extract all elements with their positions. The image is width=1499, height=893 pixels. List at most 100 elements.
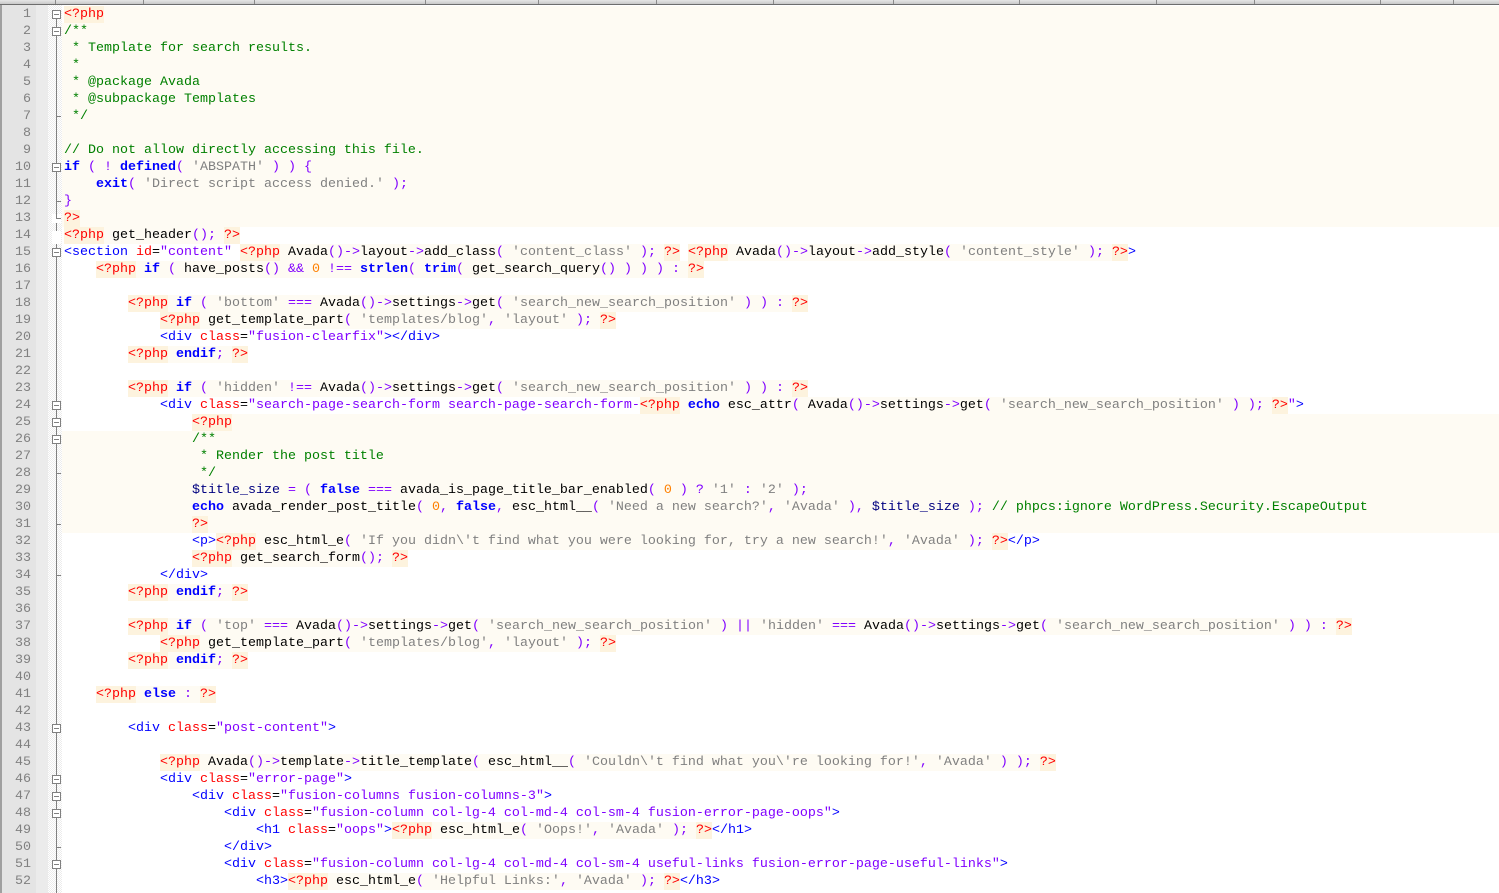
code-text[interactable]: <?php Avada() -> template -> title_template(…	[64, 754, 1499, 771]
code-line[interactable]: 50 </div >	[0, 839, 1499, 856]
fold-toggle-icon[interactable]	[52, 163, 61, 172]
fold-toggle-icon[interactable]	[52, 860, 61, 869]
code-text[interactable]	[64, 737, 1499, 754]
code-line[interactable]: 6 * @subpackage Templates	[0, 91, 1499, 108]
code-line[interactable]: 49 <h1 class = " oops " > <?php esc_html_e( 'O…	[0, 822, 1499, 839]
code-text[interactable]: <h1 class = " oops " > <?php esc_html_e( 'Oops…	[64, 822, 1499, 839]
code-text[interactable]: <?php get_search_form(); ?>	[64, 550, 1499, 567]
code-text[interactable]: <?php else : ?>	[64, 686, 1499, 703]
code-text[interactable]: * Template for search results.	[62, 40, 1499, 57]
code-line[interactable]: 52 <h3 > <?php esc_html_e( 'Helpful Links:…	[0, 873, 1499, 890]
fold-toggle-icon[interactable]	[52, 27, 61, 36]
code-text[interactable]	[64, 601, 1499, 618]
fold-toggle-icon[interactable]	[52, 248, 61, 257]
code-text[interactable]: <?php endif; ?>	[64, 346, 1499, 363]
code-line[interactable]: 16 <?php if ( have_posts() && 0 !== strl…	[0, 261, 1499, 278]
code-line[interactable]: 39 <?php endif; ?>	[0, 652, 1499, 669]
code-text[interactable]	[64, 669, 1499, 686]
code-line[interactable]: 8	[0, 125, 1499, 142]
code-text[interactable]: }	[62, 193, 1499, 210]
code-text[interactable]: <?php get_header(); ?>	[64, 227, 1499, 244]
code-text[interactable]: <?php if ( have_posts() && 0 !== strlen(…	[64, 261, 1499, 278]
code-line[interactable]: 40	[0, 669, 1499, 686]
code-text[interactable]: <?php get_template_part( 'templates/blog…	[64, 312, 1499, 329]
code-text[interactable]: * @subpackage Templates	[62, 91, 1499, 108]
code-text[interactable]: *	[62, 57, 1499, 74]
code-text[interactable]: <?php get_template_part( 'templates/blog…	[64, 635, 1499, 652]
code-line[interactable]: 19 <?php get_template_part( 'templates/b…	[0, 312, 1499, 329]
code-line[interactable]: 29 $title_size = ( false === avada_is_pa…	[0, 482, 1499, 499]
code-text[interactable]: /**	[62, 431, 1499, 448]
code-line[interactable]: 21 <?php endif; ?>	[0, 346, 1499, 363]
code-text[interactable]	[62, 125, 1499, 142]
fold-toggle-icon[interactable]	[52, 724, 61, 733]
code-text[interactable]: * @package Avada	[62, 74, 1499, 91]
code-line[interactable]: 51 <div class = " fusion-column col-lg-4 co…	[0, 856, 1499, 873]
fold-toggle-icon[interactable]	[52, 10, 61, 19]
code-line[interactable]: 24 <div class = " search-page-search-form s…	[0, 397, 1499, 414]
code-text[interactable]: <div class = " fusion-clearfix " > </div >	[64, 329, 1499, 346]
code-text[interactable]: </div >	[64, 839, 1499, 856]
code-line[interactable]: 20 <div class = " fusion-clearfix " > </div >	[0, 329, 1499, 346]
code-line[interactable]: 9 // Do not allow directly accessing this…	[0, 142, 1499, 159]
fold-toggle-icon[interactable]	[52, 809, 61, 818]
code-text[interactable]: <div class = " fusion-columns fusion-column…	[64, 788, 1499, 805]
code-editor[interactable]: 1 <?php 2/** 3 * Template for search result…	[0, 5, 1499, 893]
code-text[interactable]: <?php endif; ?>	[64, 584, 1499, 601]
code-text[interactable]: <?php endif; ?>	[64, 652, 1499, 669]
code-line[interactable]: 22	[0, 363, 1499, 380]
code-line[interactable]: 45 <?php Avada() -> template -> title_templa…	[0, 754, 1499, 771]
code-line[interactable]: 14 <?php get_header(); ?>	[0, 227, 1499, 244]
code-line[interactable]: 30 echo avada_render_post_title( 0, fals…	[0, 499, 1499, 516]
code-line[interactable]: 5 * @package Avada	[0, 74, 1499, 91]
code-line[interactable]: 48 <div class = " fusion-column col-lg-4 co…	[0, 805, 1499, 822]
code-text[interactable]: ?>	[62, 516, 1499, 533]
code-line[interactable]: 4 *	[0, 57, 1499, 74]
code-line[interactable]: 26 /**	[0, 431, 1499, 448]
code-text[interactable]: <div class = " fusion-column col-lg-4 col-m…	[64, 805, 1499, 822]
code-line[interactable]: 10 if ( ! defined( 'ABSPATH' ) ) {	[0, 159, 1499, 176]
code-text[interactable]: <?php	[64, 6, 1499, 23]
fold-toggle-icon[interactable]	[52, 435, 61, 444]
code-text[interactable]: <div class = " search-page-search-form sear…	[64, 397, 1499, 414]
fold-toggle-icon[interactable]	[52, 401, 61, 410]
code-text[interactable]: */	[62, 108, 1499, 125]
code-line[interactable]: 37 <?php if ( 'top' === Avada() -> setting…	[0, 618, 1499, 635]
code-line[interactable]: 42	[0, 703, 1499, 720]
code-line[interactable]: 18 <?php if ( 'bottom' === Avada() -> sett…	[0, 295, 1499, 312]
code-text[interactable]: <?php if ( 'top' === Avada() -> settings ->…	[64, 618, 1499, 635]
code-text[interactable]: */	[62, 465, 1499, 482]
code-line[interactable]: 33 <?php get_search_form(); ?>	[0, 550, 1499, 567]
code-line[interactable]: 46 <div class = " error-page " >	[0, 771, 1499, 788]
code-line[interactable]: 28 */	[0, 465, 1499, 482]
code-text[interactable]: <div class = " error-page " >	[64, 771, 1499, 788]
code-line[interactable]: 31 ?>	[0, 516, 1499, 533]
code-text[interactable]: echo avada_render_post_title( 0, false, …	[62, 499, 1499, 516]
code-text[interactable]: $title_size = ( false === avada_is_page_…	[62, 482, 1499, 499]
fold-toggle-icon[interactable]	[52, 792, 61, 801]
code-line[interactable]: 35 <?php endif; ?>	[0, 584, 1499, 601]
code-text[interactable]: <?php if ( 'bottom' === Avada() -> setting…	[64, 295, 1499, 312]
code-text[interactable]: <div class = " fusion-column col-lg-4 col-m…	[64, 856, 1499, 873]
code-line[interactable]: 43 <div class = " post-content " >	[0, 720, 1499, 737]
code-text[interactable]: <?php	[64, 414, 1499, 431]
code-text[interactable]	[64, 363, 1499, 380]
code-line[interactable]: 11 exit( 'Direct script access denied.' …	[0, 176, 1499, 193]
code-line[interactable]: 47 <div class = " fusion-columns fusion-col…	[0, 788, 1499, 805]
code-lines[interactable]: 1 <?php 2/** 3 * Template for search result…	[0, 6, 1499, 890]
code-text[interactable]: exit( 'Direct script access denied.' );	[62, 176, 1499, 193]
code-text[interactable]: // Do not allow directly accessing this …	[62, 142, 1499, 159]
code-text[interactable]: <?php if ( 'hidden' !== Avada() -> setting…	[64, 380, 1499, 397]
code-text[interactable]	[64, 278, 1499, 295]
fold-toggle-icon[interactable]	[52, 418, 61, 427]
code-line[interactable]: 2 /**	[0, 23, 1499, 40]
code-text[interactable]: if ( ! defined( 'ABSPATH' ) ) {	[62, 159, 1499, 176]
code-line[interactable]: 25 <?php	[0, 414, 1499, 431]
code-line[interactable]: 12}	[0, 193, 1499, 210]
code-text[interactable]: </div >	[64, 567, 1499, 584]
code-line[interactable]: 7 */	[0, 108, 1499, 125]
code-line[interactable]: 1 <?php	[0, 6, 1499, 23]
code-text[interactable]: * Render the post title	[62, 448, 1499, 465]
code-line[interactable]: 36	[0, 601, 1499, 618]
code-text[interactable]: <section id = " content " <?php Avada() -> lay…	[64, 244, 1499, 261]
